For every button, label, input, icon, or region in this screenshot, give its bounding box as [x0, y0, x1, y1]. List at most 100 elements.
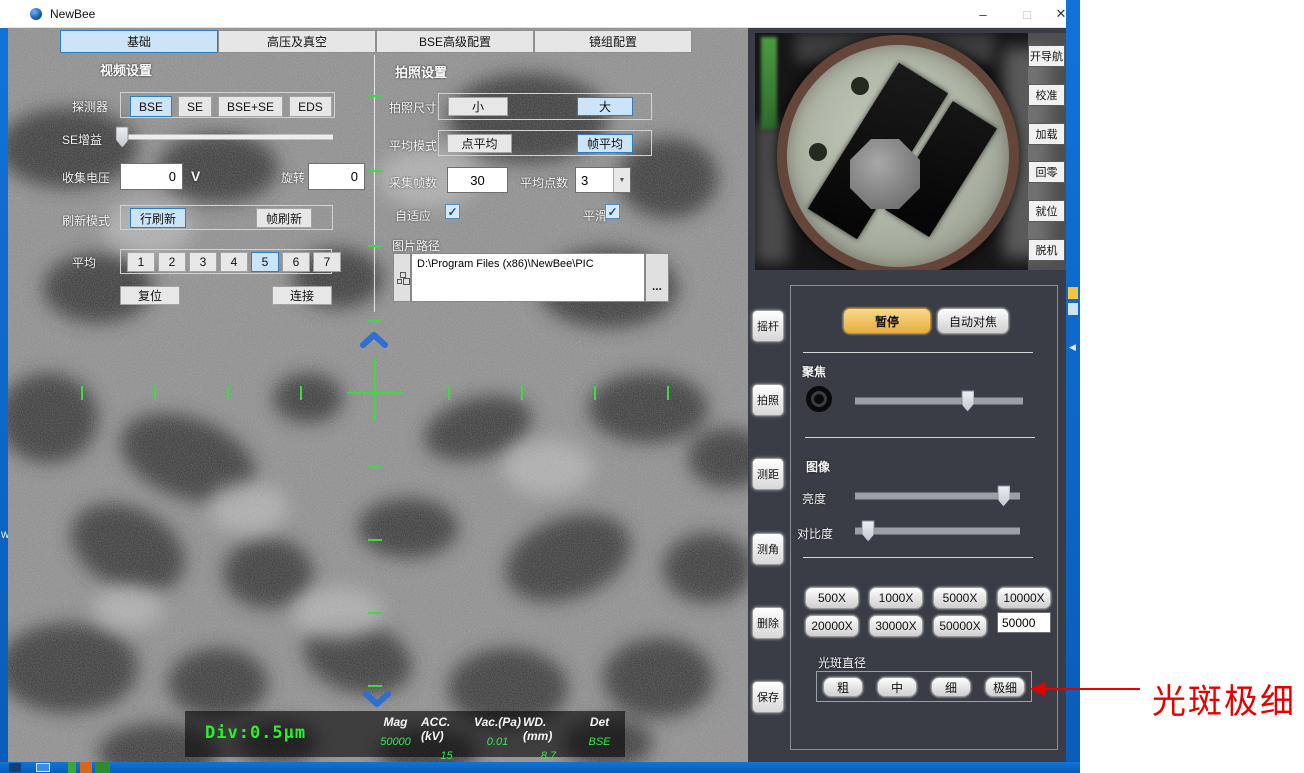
stage-button[interactable]: 回零	[1028, 161, 1065, 183]
tool-button[interactable]: 测距	[752, 458, 784, 490]
tab[interactable]: 基础	[60, 30, 218, 53]
tool-button[interactable]: 测角	[752, 533, 784, 565]
stage-button[interactable]: 校准	[1028, 84, 1065, 106]
spot-size-button[interactable]: 细	[931, 677, 971, 697]
se-gain-handle[interactable]	[116, 127, 129, 148]
autofocus-button-label: 自动对焦	[949, 313, 997, 330]
contrast-slider[interactable]	[855, 522, 1020, 540]
tab[interactable]: BSE高级配置	[376, 30, 534, 53]
average-button[interactable]: 4	[220, 252, 248, 272]
detector-button[interactable]: SE	[178, 96, 212, 117]
chevron-up-icon[interactable]	[358, 331, 390, 349]
magnification-input[interactable]: 50000	[997, 612, 1051, 633]
ruler-tick-v	[368, 466, 382, 468]
average-button[interactable]: 2	[158, 252, 186, 272]
autofocus-button[interactable]: 自动对焦	[937, 308, 1009, 334]
avg-frame-button[interactable]: 帧平均	[577, 134, 633, 153]
points-dropdown[interactable]: 3 ▼	[575, 167, 631, 193]
average-button-label: 6	[293, 255, 300, 269]
chamber-camera-view	[755, 33, 1066, 270]
size-small-button[interactable]: 小	[448, 97, 508, 116]
taskbar-icon-1[interactable]	[9, 763, 21, 772]
average-button[interactable]: 5	[251, 252, 279, 272]
pause-button[interactable]: 暂停	[843, 308, 931, 334]
stage-button-label: 校准	[1036, 87, 1058, 103]
browse-button[interactable]: ...	[645, 253, 669, 302]
magnification-button[interactable]: 5000X	[933, 587, 987, 609]
record-icon[interactable]	[806, 386, 832, 412]
status-column: WD.(mm) 8.7	[523, 715, 574, 762]
voltage-value: 0	[169, 169, 176, 184]
status-header: Mag	[384, 715, 408, 729]
tab[interactable]: 高压及真空	[218, 30, 376, 53]
average-button[interactable]: 1	[127, 252, 155, 272]
taskbar-icon-5[interactable]	[95, 762, 110, 773]
adaptive-checkbox[interactable]: ✓	[445, 204, 460, 219]
focus-slider[interactable]	[855, 392, 1023, 410]
detector-button[interactable]: EDS	[289, 96, 332, 117]
brightness-handle[interactable]	[997, 486, 1010, 507]
path-tree-icon	[397, 272, 408, 283]
spot-size-button[interactable]: 粗	[823, 677, 863, 697]
spot-size-label: 光斑直径	[818, 654, 866, 671]
magnification-button[interactable]: 10000X	[997, 587, 1051, 609]
detector-label: 探测器	[72, 98, 108, 115]
ruler-tick-h	[81, 386, 83, 400]
annotation-arrow-head	[1030, 682, 1045, 696]
tool-button-label: 测距	[757, 466, 779, 482]
tool-button[interactable]: 摇杆	[752, 310, 784, 342]
chevron-down-icon[interactable]	[361, 690, 393, 708]
magnification-button[interactable]: 500X	[805, 587, 859, 609]
tool-button[interactable]: 保存	[752, 681, 784, 713]
detector-button[interactable]: BSE	[130, 96, 172, 117]
avg-point-button[interactable]: 点平均	[447, 134, 512, 153]
connect-button[interactable]: 连接	[272, 286, 332, 305]
tool-button[interactable]: 删除	[752, 607, 784, 639]
magnification-button[interactable]: 50000X	[933, 615, 987, 637]
taskbar-icon-3[interactable]	[68, 762, 76, 773]
spot-size-button[interactable]: 中	[877, 677, 917, 697]
minimize-button[interactable]: –	[966, 0, 1000, 28]
average-button[interactable]: 3	[189, 252, 217, 272]
taskbar-icon-2[interactable]	[36, 763, 50, 772]
average-buttons: 1234567	[127, 252, 341, 272]
refresh-mode-button[interactable]: 行刷新	[130, 208, 186, 228]
rotate-input[interactable]: 0	[308, 163, 365, 190]
ruler-tick-v	[368, 320, 382, 322]
size-large-button[interactable]: 大	[577, 97, 633, 116]
average-button[interactable]: 6	[282, 252, 310, 272]
taskbar-icon-4[interactable]	[80, 762, 92, 773]
reset-button[interactable]: 复位	[120, 286, 180, 305]
ruler-tick-v	[368, 245, 382, 247]
frames-input[interactable]: 30	[447, 167, 508, 193]
magnification-button[interactable]: 20000X	[805, 615, 859, 637]
path-tree-button[interactable]	[393, 253, 411, 302]
average-button[interactable]: 7	[313, 252, 341, 272]
refresh-mode-button[interactable]: 帧刷新	[256, 208, 312, 228]
close-button[interactable]: ✕	[1044, 0, 1078, 28]
status-column: Det BSE	[574, 715, 625, 762]
stage-button[interactable]: 脱机	[1028, 239, 1065, 261]
spot-size-button[interactable]: 极细	[985, 677, 1025, 697]
tool-button[interactable]: 拍照	[752, 384, 784, 416]
window-title: NewBee	[50, 7, 95, 21]
maximize-button[interactable]: □	[1010, 0, 1044, 28]
panel-divider	[805, 437, 1035, 438]
tab[interactable]: 镜组配置	[534, 30, 692, 53]
voltage-input[interactable]: 0	[120, 163, 183, 190]
magnification-button[interactable]: 30000X	[869, 615, 923, 637]
smooth-checkbox[interactable]: ✓	[605, 204, 620, 219]
brightness-slider[interactable]	[855, 487, 1020, 505]
dropdown-chevron-icon[interactable]: ▼	[613, 168, 630, 192]
se-gain-slider[interactable]	[118, 128, 333, 146]
focus-handle[interactable]	[961, 391, 974, 412]
contrast-handle[interactable]	[862, 521, 875, 542]
path-input[interactable]: D:\Program Files (x86)\NewBee\PIC	[411, 253, 645, 302]
avg-mode-label: 平均模式	[389, 137, 437, 154]
stage-button[interactable]: 开导航	[1028, 45, 1065, 67]
stage-button[interactable]: 就位	[1028, 200, 1065, 222]
tool-button-label: 摇杆	[757, 318, 779, 334]
stage-button[interactable]: 加载	[1028, 123, 1065, 145]
magnification-button[interactable]: 1000X	[869, 587, 923, 609]
detector-button[interactable]: BSE+SE	[218, 96, 283, 117]
